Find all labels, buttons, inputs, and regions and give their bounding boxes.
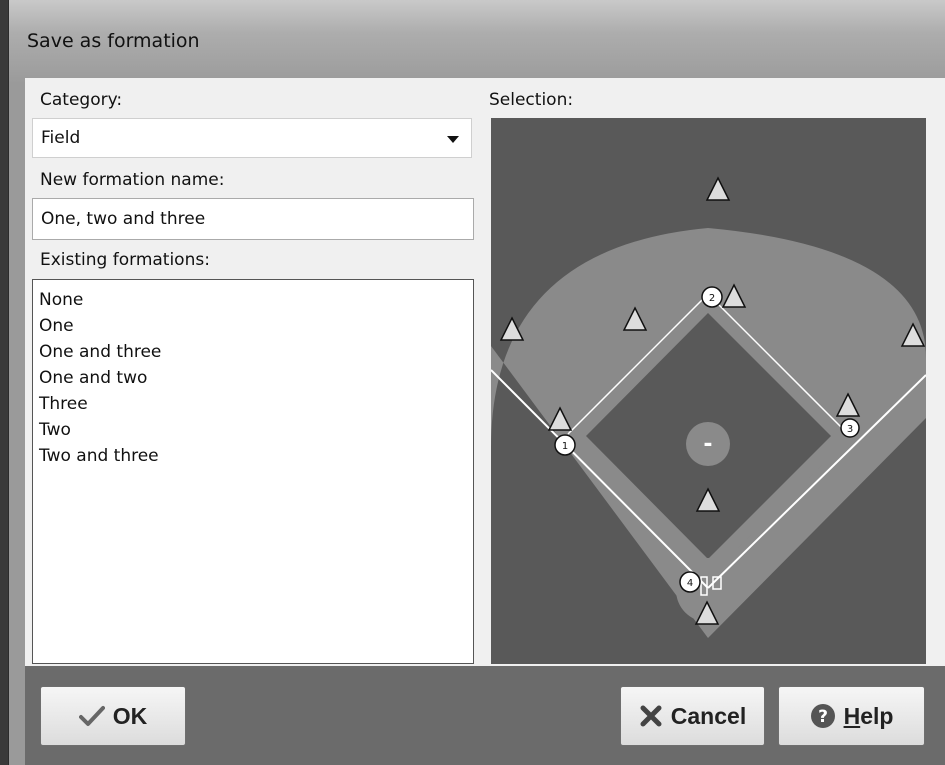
runner-number: 4 — [687, 578, 693, 589]
runner-marker[interactable]: 1 — [554, 434, 576, 456]
runner-marker[interactable]: 4 — [679, 571, 701, 593]
window-title: Save as formation — [27, 30, 200, 52]
category-dropdown[interactable]: Field — [32, 118, 472, 158]
formation-name-label: New formation name: — [40, 170, 225, 190]
existing-formations-label: Existing formations: — [40, 250, 210, 270]
chevron-down-icon — [447, 136, 459, 143]
cancel-label: Cancel — [670, 702, 747, 729]
selection-label: Selection: — [489, 90, 574, 110]
list-item[interactable]: Two — [39, 417, 473, 443]
list-item[interactable]: One — [39, 313, 473, 339]
list-item[interactable]: Two and three — [39, 443, 473, 469]
runner-number: 3 — [847, 424, 853, 435]
mound-label: - — [703, 432, 712, 457]
category-label: Category: — [40, 90, 123, 110]
runner-marker[interactable]: 3 — [840, 418, 860, 438]
title-bar[interactable]: Save as formation — [9, 0, 945, 82]
category-value: Field — [41, 128, 81, 148]
checkmark-icon — [78, 706, 105, 726]
list-item[interactable]: Three — [39, 391, 473, 417]
cancel-button[interactable]: Cancel — [620, 686, 765, 746]
help-label: Help — [844, 703, 894, 730]
formation-name-input[interactable] — [32, 198, 474, 240]
ok-button[interactable]: OK — [40, 686, 186, 746]
help-question-icon: ? — [810, 704, 835, 728]
help-label-rest: elp — [860, 702, 894, 729]
ok-label: OK — [112, 702, 148, 729]
fielder-center-field-icon[interactable] — [705, 176, 731, 201]
runner-number: 2 — [709, 293, 715, 304]
cancel-x-icon — [640, 705, 662, 727]
list-item[interactable]: None — [39, 287, 473, 313]
list-item[interactable]: One and three — [39, 339, 473, 365]
help-mnemonic: H — [843, 702, 861, 729]
list-item[interactable]: One and two — [39, 365, 473, 391]
help-button[interactable]: ? Help — [778, 686, 925, 746]
existing-formations-list[interactable]: None One One and three One and two Three… — [32, 279, 474, 664]
runner-number: 1 — [562, 441, 568, 452]
runner-marker[interactable]: 2 — [701, 286, 723, 308]
svg-text:?: ? — [818, 707, 828, 727]
baseball-field-svg: - 2 1 3 4 — [491, 176, 926, 638]
field-diagram[interactable]: - 2 1 3 4 — [491, 118, 926, 664]
